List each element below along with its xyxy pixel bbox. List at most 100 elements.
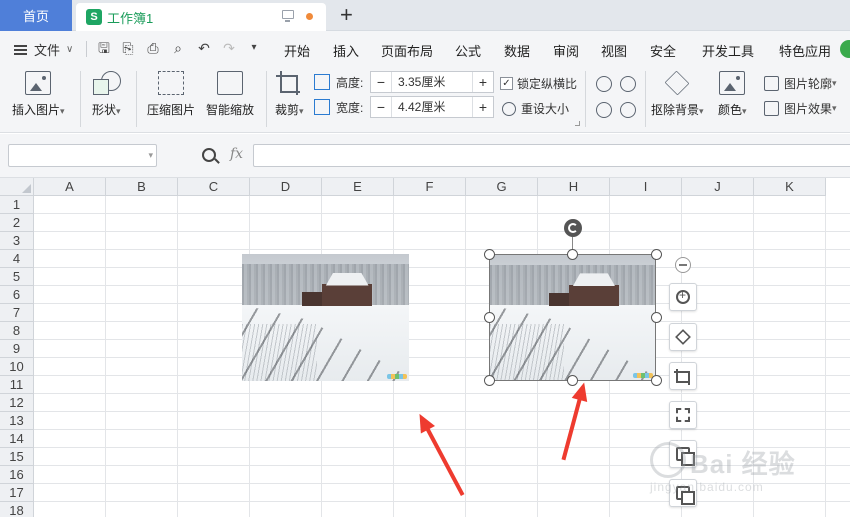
remove-background-button[interactable]: 抠除背景▾: [651, 70, 704, 118]
rotate-handle-icon[interactable]: [564, 219, 582, 237]
row-header[interactable]: 10: [0, 358, 34, 376]
zoom-picture-button[interactable]: [669, 283, 697, 311]
column-header[interactable]: A: [34, 178, 106, 196]
menu-special[interactable]: 特色应用: [779, 41, 831, 60]
menu-page-layout[interactable]: 页面布局: [381, 41, 433, 60]
row-header[interactable]: 11: [0, 376, 34, 394]
smart-scale-button[interactable]: 智能缩放: [206, 71, 254, 118]
menu-security[interactable]: 安全: [650, 41, 676, 60]
contrast-decrease-icon[interactable]: [620, 102, 636, 118]
brightness-increase-icon[interactable]: [596, 76, 612, 92]
height-increase-button[interactable]: +: [473, 72, 493, 92]
shape-button[interactable]: 形状▾: [92, 71, 122, 118]
height-decrease-button[interactable]: −: [371, 72, 391, 92]
picture-original[interactable]: [242, 254, 409, 381]
insert-picture-button[interactable]: 插入图片▾: [12, 71, 65, 118]
monitor-icon[interactable]: [282, 10, 294, 22]
color-button[interactable]: 颜色▾: [718, 71, 747, 118]
tab-workbook[interactable]: S 工作簿1: [76, 3, 326, 31]
export-icon[interactable]: ⎘: [120, 40, 136, 56]
resize-handle-top[interactable]: [567, 249, 578, 260]
resize-handle-bottom-left[interactable]: [484, 375, 495, 386]
crop-button[interactable]: 裁剪▾: [275, 71, 304, 118]
save-icon[interactable]: 🖫: [96, 40, 112, 56]
resize-handle-bottom-right[interactable]: [651, 375, 662, 386]
formula-input[interactable]: [253, 144, 850, 167]
chevron-down-icon[interactable]: ▾: [148, 150, 153, 161]
file-menu-button[interactable]: 文件 ∨: [14, 40, 73, 59]
fx-icon[interactable]: fx: [230, 146, 243, 162]
column-header[interactable]: E: [322, 178, 394, 196]
resize-handle-top-right[interactable]: [651, 249, 662, 260]
size-dialog-launcher-icon[interactable]: [575, 121, 580, 126]
row-header[interactable]: 7: [0, 304, 34, 322]
shape-icon: [93, 71, 122, 95]
resize-handle-top-left[interactable]: [484, 249, 495, 260]
brightness-decrease-icon[interactable]: [596, 102, 612, 118]
customize-toolbar-icon[interactable]: ▾: [246, 40, 262, 56]
width-decrease-button[interactable]: −: [371, 97, 391, 117]
new-tab-button[interactable]: +: [340, 3, 353, 27]
menu-view[interactable]: 视图: [601, 41, 627, 60]
row-header[interactable]: 5: [0, 268, 34, 286]
resize-handle-left[interactable]: [484, 312, 495, 323]
column-header[interactable]: I: [610, 178, 682, 196]
collapse-toolbar-icon[interactable]: [675, 257, 691, 273]
print-icon[interactable]: ⎙: [145, 40, 161, 56]
row-header[interactable]: 3: [0, 232, 34, 250]
row-header[interactable]: 14: [0, 430, 34, 448]
row-header[interactable]: 17: [0, 484, 34, 502]
picture-frame-button[interactable]: [669, 401, 697, 429]
name-box[interactable]: ▾: [8, 144, 157, 167]
column-header[interactable]: K: [754, 178, 826, 196]
checkbox-checked-icon[interactable]: ✓: [500, 77, 513, 90]
print-preview-icon[interactable]: ⌕: [170, 40, 186, 56]
lock-aspect-ratio-checkbox[interactable]: ✓ 锁定纵横比: [500, 75, 577, 92]
contrast-increase-icon[interactable]: [620, 76, 636, 92]
row-header[interactable]: 9: [0, 340, 34, 358]
user-avatar[interactable]: [840, 40, 850, 58]
row-header[interactable]: 6: [0, 286, 34, 304]
row-header[interactable]: 2: [0, 214, 34, 232]
row-header[interactable]: 1: [0, 196, 34, 214]
remove-bg-quick-button[interactable]: [669, 323, 697, 351]
width-stepper[interactable]: − 4.42厘米 +: [370, 96, 494, 118]
row-header[interactable]: 16: [0, 466, 34, 484]
select-all-corner[interactable]: [0, 178, 34, 196]
menu-data[interactable]: 数据: [504, 41, 530, 60]
picture-outline-button[interactable]: 图片轮廓 ▾: [764, 75, 837, 92]
menu-formula[interactable]: 公式: [455, 41, 481, 60]
width-input[interactable]: 4.42厘米: [391, 97, 473, 117]
row-header[interactable]: 18: [0, 502, 34, 517]
unsaved-dot-icon[interactable]: [306, 13, 313, 20]
column-header[interactable]: C: [178, 178, 250, 196]
undo-icon[interactable]: ↶: [196, 40, 212, 56]
zoom-icon[interactable]: [202, 148, 216, 162]
height-input[interactable]: 3.35厘米: [391, 72, 473, 92]
picture-selected[interactable]: [489, 254, 656, 381]
row-header[interactable]: 8: [0, 322, 34, 340]
column-header[interactable]: G: [466, 178, 538, 196]
width-increase-button[interactable]: +: [473, 97, 493, 117]
row-header[interactable]: 13: [0, 412, 34, 430]
menu-insert[interactable]: 插入: [333, 41, 359, 60]
menu-review[interactable]: 审阅: [553, 41, 579, 60]
row-header[interactable]: 12: [0, 394, 34, 412]
height-stepper[interactable]: − 3.35厘米 +: [370, 71, 494, 93]
column-header[interactable]: D: [250, 178, 322, 196]
column-header[interactable]: H: [538, 178, 610, 196]
column-header[interactable]: B: [106, 178, 178, 196]
column-header[interactable]: J: [682, 178, 754, 196]
reset-size-button[interactable]: 重设大小: [502, 100, 569, 117]
row-header[interactable]: 15: [0, 448, 34, 466]
picture-effect-button[interactable]: 图片效果 ▾: [764, 100, 837, 117]
resize-handle-right[interactable]: [651, 312, 662, 323]
tab-home[interactable]: 首页: [0, 0, 72, 31]
compress-picture-button[interactable]: 压缩图片: [147, 71, 195, 118]
menu-developer[interactable]: 开发工具: [702, 41, 754, 60]
menu-start[interactable]: 开始: [284, 41, 310, 60]
crop-quick-button[interactable]: [669, 362, 697, 390]
column-header[interactable]: F: [394, 178, 466, 196]
row-header[interactable]: 4: [0, 250, 34, 268]
redo-icon[interactable]: ↷: [221, 40, 237, 56]
